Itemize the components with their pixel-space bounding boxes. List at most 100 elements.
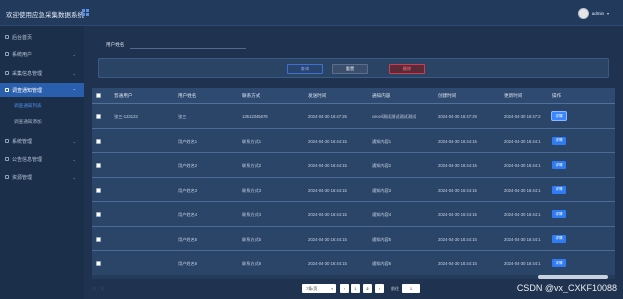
table-header: 普通用户 用户姓名 联系方式 发送时间 通知内容 创建时间 更新时间 操作 <box>92 88 615 104</box>
cell-name: 用户姓名3 <box>178 187 198 193</box>
cell-created: 2024-04-30 16:44:15 <box>438 187 477 193</box>
cell-updated: 2024-04-30 16:44:1 <box>504 261 541 266</box>
detail-button[interactable]: 详情 <box>552 112 566 120</box>
detail-button[interactable]: 详情 <box>552 259 566 267</box>
cell-updated: 2024-04-30 16:47:2 <box>504 114 541 119</box>
sidebar-subitem-notice-list[interactable]: 调查通知列表 <box>14 103 42 109</box>
sidebar-subitem-notice-add[interactable]: 调查通知添加 <box>14 119 42 125</box>
data-table: 普通用户 用户姓名 联系方式 发送时间 通知内容 创建时间 更新时间 操作 张三… <box>92 88 615 279</box>
user-menu[interactable]: admin ▾ <box>577 7 609 19</box>
cell-content: ceceil测试测试测试测试 <box>372 114 417 119</box>
cell-contact: 联系方式4 <box>242 212 262 217</box>
column-header: 普通用户 <box>114 93 133 98</box>
cell-contact: 13512345678 <box>242 114 268 119</box>
sidebar-item-label: 系统用户 <box>12 51 33 58</box>
column-header: 联系方式 <box>242 93 261 98</box>
sidebar-item-collect[interactable]: 采集信息管理 ⌄ <box>0 66 84 80</box>
chevron-down-icon: ⌄ <box>72 70 76 76</box>
cell-created: 2024-04-30 16:44:15 <box>438 261 477 266</box>
sidebar-item-label: 系统管理 <box>12 138 33 145</box>
cell-content: 通知内容6 <box>372 261 392 266</box>
detail-button[interactable]: 详情 <box>552 185 566 194</box>
detail-button[interactable]: 详情 <box>552 161 566 169</box>
reset-button[interactable]: 重置 <box>332 64 368 74</box>
sidebar: 后台首页 系统用户 ⌄ 采集信息管理 ⌄ 调查通知管理 ⌃ 调查通知列表 调查通… <box>0 26 84 299</box>
top-bar: 欢迎使用应急采集数据系统 admin ▾ <box>0 0 623 26</box>
cell-name: 用户姓名5 <box>178 236 198 242</box>
page-1-button[interactable]: 1 <box>351 284 360 293</box>
row-checkbox[interactable] <box>96 212 101 217</box>
column-header: 发送时间 <box>308 93 327 98</box>
row-checkbox[interactable] <box>96 138 101 144</box>
table-row[interactable]: 用户姓名1 联系方式1 2024-04-30 16:44:15 通知内容1 20… <box>92 129 615 153</box>
select-all-checkbox[interactable] <box>96 93 101 98</box>
cell-send-time: 2024-04-30 16:44:15 <box>308 163 347 168</box>
search-input[interactable] <box>130 38 246 49</box>
row-checkbox[interactable] <box>96 261 101 266</box>
table-row[interactable]: 用户姓名5 联系方式5 2024-04-30 16:44:15 通知内容5 20… <box>92 227 615 251</box>
column-header: 更新时间 <box>504 93 523 98</box>
cell-updated: 2024-04-30 16:44:1 <box>504 138 541 144</box>
prev-page-button[interactable]: ‹ <box>340 284 349 293</box>
table-row[interactable]: 张三-123123 张三 13512345678 2024-04-30 16:4… <box>92 104 615 129</box>
cell-created: 2024-04-30 16:44:15 <box>438 212 477 217</box>
page-size-value: 7条/页 <box>306 285 318 291</box>
cell-updated: 2024-04-30 16:44:1 <box>504 212 541 217</box>
next-page-button[interactable]: › <box>375 284 384 293</box>
watermark: CSDN @vx_CXKF10088 <box>516 283 617 293</box>
sidebar-item-resource[interactable]: 资源管理 ⌄ <box>0 170 84 184</box>
detail-button[interactable]: 详情 <box>552 234 566 243</box>
chevron-down-icon: ▾ <box>331 286 333 291</box>
table-row[interactable]: 用户姓名2 联系方式2 2024-04-30 16:44:15 通知内容2 20… <box>92 153 615 178</box>
cell-created: 2024-04-30 16:44:15 <box>438 236 477 242</box>
main-content: 用户姓名 查询 重置 删除 普通用户 用户姓名 联系方式 发送时间 通知内容 创… <box>84 26 623 299</box>
cell-contact: 联系方式2 <box>242 163 262 168</box>
detail-button[interactable]: 详情 <box>552 210 566 218</box>
detail-button[interactable]: 详情 <box>552 136 566 145</box>
cell-send-time: 2024-04-30 16:44:15 <box>308 212 347 217</box>
cell-contact: 联系方式1 <box>242 138 262 144</box>
sidebar-item-notice[interactable]: 调查通知管理 ⌃ <box>0 83 84 97</box>
cell-name: 用户姓名1 <box>178 138 198 144</box>
table-row[interactable]: 用户姓名4 联系方式4 2024-04-30 16:44:15 通知内容4 20… <box>92 202 615 227</box>
page-size-select[interactable]: 7条/页 ▾ <box>302 284 336 293</box>
cell-updated: 2024-04-30 16:44:1 <box>504 163 541 168</box>
cell-name: 用户姓名6 <box>178 261 198 266</box>
avatar[interactable] <box>577 7 589 19</box>
chevron-up-icon: ⌃ <box>72 87 76 93</box>
column-header: 创建时间 <box>438 93 457 98</box>
sidebar-item-label: 资源管理 <box>12 174 33 181</box>
row-checkbox[interactable] <box>96 114 101 119</box>
delete-button[interactable]: 删除 <box>389 64 425 74</box>
page-2-button[interactable]: 2 <box>363 284 372 293</box>
total-count: 共 7 条 <box>92 286 105 291</box>
cell-created: 2024-04-30 16:44:15 <box>438 163 477 168</box>
table-row[interactable]: 用户姓名6 联系方式6 2024-04-30 16:44:15 通知内容6 20… <box>92 251 615 276</box>
cell-send-time: 2024-04-30 16:44:15 <box>308 138 347 144</box>
row-checkbox[interactable] <box>96 163 101 168</box>
search-label: 用户姓名 <box>106 42 125 47</box>
sidebar-item-system[interactable]: 系统管理 ⌄ <box>0 134 84 148</box>
goto-page-input[interactable] <box>402 284 420 293</box>
table-row[interactable]: 用户姓名3 联系方式3 2024-04-30 16:44:15 通知内容3 20… <box>92 178 615 202</box>
cell-name: 张三 <box>178 114 187 119</box>
chevron-down-icon: ⌄ <box>72 138 76 144</box>
menu-toggle-icon[interactable] <box>82 9 89 16</box>
scrollbar-thumb[interactable] <box>538 275 608 279</box>
chevron-down-icon: ⌄ <box>72 51 76 57</box>
chevron-down-icon[interactable]: ▾ <box>607 11 609 16</box>
row-checkbox[interactable] <box>96 187 101 193</box>
cell-content: 通知内容2 <box>372 163 392 168</box>
sidebar-item-label: 调查通知管理 <box>12 87 43 94</box>
sidebar-item-users[interactable]: 系统用户 ⌄ <box>0 47 84 61</box>
search-button[interactable]: 查询 <box>287 64 323 74</box>
home-icon <box>5 35 9 39</box>
row-checkbox[interactable] <box>96 236 101 242</box>
sidebar-item-announce[interactable]: 公告信息管理 ⌄ <box>0 152 84 166</box>
horizontal-scrollbar[interactable] <box>92 275 615 279</box>
sidebar-item-home[interactable]: 后台首页 <box>0 30 84 44</box>
system-icon <box>5 139 9 143</box>
collect-icon <box>5 71 9 75</box>
user-name[interactable]: admin <box>592 11 604 16</box>
cell-contact: 联系方式3 <box>242 187 262 193</box>
